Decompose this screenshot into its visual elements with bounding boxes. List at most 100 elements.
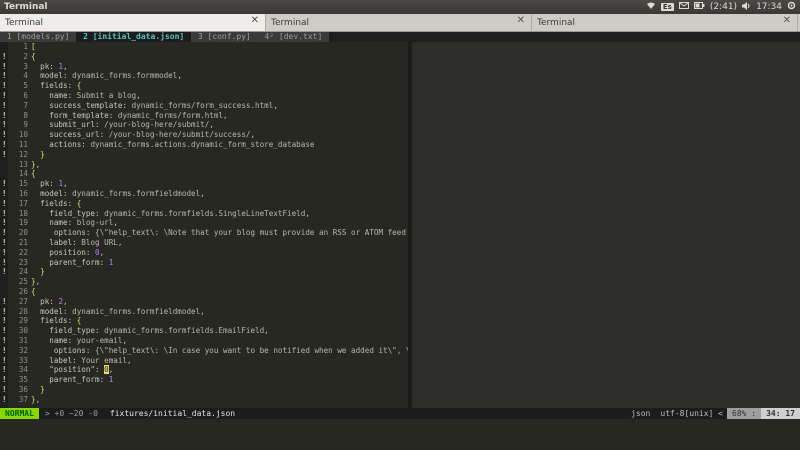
code-line[interactable]: ! 23 parent_form: 1 bbox=[0, 258, 408, 268]
code-line[interactable]: ! 7 success_template: dynamic_forms/form_… bbox=[0, 101, 408, 111]
close-icon[interactable]: ✕ bbox=[517, 15, 525, 26]
volume-icon[interactable] bbox=[742, 1, 751, 13]
line-number: 33 bbox=[18, 355, 28, 365]
code-line[interactable]: 13}, bbox=[0, 160, 408, 170]
code-line[interactable]: ! 30 field_type: dynamic_forms.formfields… bbox=[0, 326, 408, 336]
terminal-tab-2[interactable]: Terminal ✕ bbox=[266, 14, 532, 31]
code-text: name: Submit a blog, bbox=[31, 90, 141, 100]
code-line[interactable]: 1[ bbox=[0, 42, 408, 52]
code-line[interactable]: ! 6 name: Submit a blog, bbox=[0, 91, 408, 101]
code-line[interactable]: 26{ bbox=[0, 287, 408, 297]
code-line[interactable]: 14{ bbox=[0, 169, 408, 179]
code-text: field_type: dynamic_forms.formfields.Sin… bbox=[31, 208, 310, 218]
vim-tab-models[interactable]: 1 [models.py] bbox=[0, 32, 77, 42]
code-text: { bbox=[31, 169, 36, 179]
code-line[interactable]: ! 10 success_url: /your-blog-here/submit/… bbox=[0, 130, 408, 140]
line-number: 7 bbox=[23, 100, 28, 110]
mail-icon[interactable] bbox=[678, 2, 689, 12]
code-pane[interactable]: 1[! 2{! 3 pk: 1,! 4 model: dynamic_forms.fo… bbox=[0, 42, 408, 408]
tabline-fill bbox=[329, 32, 800, 42]
line-number: 26 bbox=[18, 286, 28, 296]
code-line[interactable]: ! 37}, bbox=[0, 395, 408, 405]
terminal-tab-1[interactable]: Terminal ✕ bbox=[0, 14, 266, 31]
command-line[interactable] bbox=[0, 419, 800, 450]
vim-tab-conf[interactable]: 3 [conf.py] bbox=[191, 32, 258, 42]
line-number: 10 bbox=[18, 130, 28, 140]
vim-tab-dev[interactable]: 4² [dev.txt] bbox=[257, 32, 330, 42]
line-number: 16 bbox=[18, 188, 28, 198]
code-line[interactable]: ! 18 field_type: dynamic_forms.formfields… bbox=[0, 209, 408, 219]
code-line[interactable]: ! 8 form_template: dynamic_forms/form.htm… bbox=[0, 111, 408, 121]
line-number: 2 bbox=[23, 51, 28, 61]
filetype: json bbox=[631, 409, 651, 418]
code-text: } bbox=[40, 267, 45, 277]
code-text: actions: dynamic_forms.actions.dynamic_f… bbox=[31, 139, 315, 149]
gear-icon[interactable] bbox=[787, 1, 796, 13]
code-text: model: dynamic_forms.formmodel, bbox=[31, 71, 182, 81]
top-panel: Terminal Es (2:41) 17:34 bbox=[0, 0, 800, 14]
line-number: 25 bbox=[18, 277, 28, 287]
system-tray: Es (2:41) 17:34 bbox=[646, 1, 796, 13]
code-line[interactable]: ! 21 label: Blog URL, bbox=[0, 238, 408, 248]
code-line[interactable]: ! 2{ bbox=[0, 52, 408, 62]
code-line[interactable]: ! 3 pk: 1, bbox=[0, 62, 408, 72]
clock[interactable]: 17:34 bbox=[756, 2, 782, 12]
line-number: 4 bbox=[23, 71, 28, 81]
keyboard-layout-indicator[interactable]: Es bbox=[660, 3, 674, 11]
code-line[interactable]: ! 12 } bbox=[0, 150, 408, 160]
code-text: options: {\"help_text\: \Note that your … bbox=[31, 228, 408, 238]
code-text: success_template: dynamic_forms/form_suc… bbox=[31, 100, 278, 110]
cursor-position: 34: 17 bbox=[761, 408, 800, 419]
code-text: options: {\"help_text\: \In case you wan… bbox=[31, 345, 408, 355]
code-line[interactable]: ! 20 options: {\"help_text\: \Note that y… bbox=[0, 228, 408, 238]
code-line[interactable]: 25}, bbox=[0, 277, 408, 287]
code-line[interactable]: ! 35 parent_form: 1 bbox=[0, 375, 408, 385]
code-line[interactable]: ! 27 pk: 2, bbox=[0, 297, 408, 307]
line-number: 18 bbox=[18, 208, 28, 218]
empty-split-pane[interactable] bbox=[412, 42, 800, 408]
code-line[interactable]: ! 32 options: {\"help_text\: \In case you… bbox=[0, 346, 408, 356]
code-line[interactable]: ! 9 submit_url: /your-blog-here/submit/, bbox=[0, 120, 408, 130]
code-lines: 1[! 2{! 3 pk: 1,! 4 model: dynamic_forms.fo… bbox=[0, 42, 408, 404]
code-line[interactable]: ! 33 label: Your email, bbox=[0, 356, 408, 366]
code-line[interactable]: ! 16 model: dynamic_forms.formfieldmodel, bbox=[0, 189, 408, 199]
code-text: parent_form: 1 bbox=[31, 257, 114, 267]
code-line[interactable]: ! 24 } bbox=[0, 267, 408, 277]
code-line[interactable]: ! 4 model: dynamic_forms.formmodel, bbox=[0, 71, 408, 81]
terminal-tab-3[interactable]: Terminal ✕ bbox=[532, 14, 798, 31]
line-number: 21 bbox=[18, 237, 28, 247]
battery-icon[interactable] bbox=[693, 2, 705, 12]
code-text: model: dynamic_forms.formfieldmodel, bbox=[31, 306, 205, 316]
terminal-tab-label: Terminal bbox=[537, 17, 576, 28]
code-line[interactable]: ! 19 name: blog-url, bbox=[0, 218, 408, 228]
code-line[interactable]: ! 28 model: dynamic_forms.formfieldmodel, bbox=[0, 307, 408, 317]
code-line[interactable]: ! 11 actions: dynamic_forms.actions.dynam… bbox=[0, 140, 408, 150]
code-line[interactable]: ! 34 "position": 0, bbox=[0, 365, 408, 375]
code-line[interactable]: ! 17 fields: { bbox=[0, 199, 408, 209]
app-title: Terminal bbox=[4, 2, 48, 12]
close-icon[interactable]: ✕ bbox=[251, 15, 259, 26]
code-line[interactable]: ! 5 fields: { bbox=[0, 81, 408, 91]
line-number: 27 bbox=[18, 296, 28, 306]
line-number: 14 bbox=[18, 169, 28, 179]
wifi-icon[interactable] bbox=[646, 2, 656, 13]
line-number: 32 bbox=[18, 345, 28, 355]
code-text: { bbox=[31, 51, 36, 61]
vim-tab-initial-data[interactable]: 2 [initial_data.json] bbox=[76, 32, 192, 42]
code-text: pk: 1, bbox=[31, 61, 68, 71]
code-text: label: Your email, bbox=[31, 355, 132, 365]
close-icon[interactable]: ✕ bbox=[783, 15, 791, 26]
line-number: 35 bbox=[18, 375, 28, 385]
editor-area[interactable]: 1[! 2{! 3 pk: 1,! 4 model: dynamic_forms.fo… bbox=[0, 42, 800, 408]
code-text: } bbox=[40, 384, 45, 394]
terminal-tab-label: Terminal bbox=[271, 17, 310, 28]
code-line[interactable]: ! 31 name: your-email, bbox=[0, 336, 408, 346]
code-line[interactable]: ! 36 } bbox=[0, 385, 408, 395]
line-number: 22 bbox=[18, 247, 28, 257]
scroll-percent: 68% : bbox=[727, 408, 762, 419]
code-line[interactable]: ! 29 fields: { bbox=[0, 316, 408, 326]
code-line[interactable]: ! 22 position: 0, bbox=[0, 248, 408, 258]
line-number: 36 bbox=[18, 384, 28, 394]
code-line[interactable]: ! 15 pk: 1, bbox=[0, 179, 408, 189]
code-text: success_url: /your-blog-here/submit/succ… bbox=[31, 130, 256, 140]
